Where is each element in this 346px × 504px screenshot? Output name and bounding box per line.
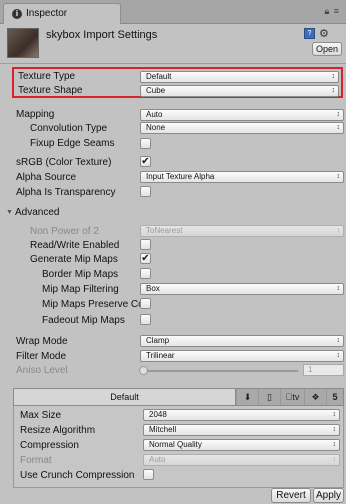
read-write-checkbox[interactable] [140, 239, 151, 250]
asset-title: skybox Import Settings [46, 29, 158, 41]
crunch-compression-label: Use Crunch Compression [20, 470, 135, 481]
android-icon[interactable]: ❖ [304, 389, 326, 405]
mip-maps-preserve-coverage-checkbox[interactable] [140, 298, 151, 309]
dropdown-arrow-icon: ↕ [336, 173, 341, 180]
srgb-checkbox[interactable]: ✔ [140, 156, 151, 167]
generate-mip-maps-checkbox[interactable]: ✔ [140, 253, 151, 264]
wrap-mode-label: Wrap Mode [16, 336, 68, 347]
convolution-type-label: Convolution Type [30, 123, 108, 134]
tab-inspector[interactable]: i Inspector [3, 3, 121, 24]
revert-button[interactable]: Revert [271, 488, 311, 503]
mip-map-filtering-dropdown[interactable]: Box ↕ [140, 283, 344, 295]
texture-shape-dropdown[interactable]: Cube ↕ [140, 85, 339, 97]
dropdown-arrow-icon: ↕ [336, 337, 341, 344]
dropdown-arrow-icon: ↕ [336, 285, 341, 292]
max-size-dropdown[interactable]: 2048 ↕ [143, 409, 340, 421]
non-power-of-2-value: ToNearest [146, 226, 183, 235]
alpha-source-value: Input Texture Alpha [146, 172, 215, 181]
dropdown-arrow-icon: ↕ [336, 124, 341, 131]
non-power-of-2-label: Non Power of 2 [30, 226, 99, 237]
mapping-dropdown[interactable]: Auto ↕ [140, 109, 344, 121]
open-button[interactable]: Open [312, 42, 342, 56]
dropdown-arrow-icon: ↕ [331, 73, 336, 80]
apply-button[interactable]: Apply [313, 488, 344, 503]
asset-thumbnail [7, 28, 39, 58]
convolution-type-value: None [146, 123, 166, 132]
wrap-mode-dropdown[interactable]: Clamp ↕ [140, 335, 344, 347]
texture-shape-label: Texture Shape [18, 85, 83, 96]
window-menu-icon[interactable]: 🔒︎ ≡ [324, 6, 340, 17]
aniso-slider-thumb[interactable] [139, 366, 148, 375]
border-mip-maps-label: Border Mip Maps [42, 269, 119, 280]
dropdown-arrow-icon: ↕ [336, 227, 341, 234]
texture-type-label: Texture Type [18, 71, 76, 82]
mip-map-filtering-label: Mip Map Filtering [42, 284, 119, 295]
dropdown-arrow-icon: ↕ [332, 441, 337, 448]
info-icon: i [12, 9, 22, 19]
resize-algorithm-value: Mitchell [149, 425, 177, 434]
max-size-value: 2048 [149, 410, 167, 419]
aniso-level-field[interactable]: 1 [303, 364, 344, 376]
fixup-edge-seams-label: Fixup Edge Seams [30, 138, 115, 149]
fadeout-mip-maps-label: Fadeout Mip Maps [42, 315, 125, 326]
mobile-icon[interactable]: ▯ [258, 389, 280, 405]
convolution-type-dropdown[interactable]: None ↕ [140, 122, 344, 134]
srgb-label: sRGB (Color Texture) [16, 157, 112, 168]
mip-map-filtering-value: Box [146, 284, 160, 293]
download-icon[interactable]: ⬇ [236, 389, 258, 405]
mapping-label: Mapping [16, 109, 55, 120]
alpha-is-transparency-checkbox[interactable] [140, 186, 151, 197]
fadeout-mip-maps-checkbox[interactable] [140, 314, 151, 325]
wrap-mode-value: Clamp [146, 336, 170, 345]
mip-maps-preserve-coverage-label: Mip Maps Preserve Co [42, 299, 140, 310]
tab-inspector-label: Inspector [26, 8, 68, 19]
generate-mip-maps-label: Generate Mip Maps [30, 254, 118, 265]
help-icon[interactable]: ? [304, 28, 315, 39]
html5-icon[interactable]: 5 [326, 389, 343, 405]
compression-label: Compression [20, 440, 79, 451]
platform-tab-default[interactable]: Default [14, 389, 236, 405]
max-size-label: Max Size [20, 410, 62, 421]
gear-icon[interactable]: ⚙ [319, 27, 329, 40]
header-divider [0, 63, 346, 64]
advanced-foldout-label[interactable]: Advanced [15, 207, 59, 218]
dropdown-arrow-icon: ↕ [331, 87, 336, 94]
texture-shape-value: Cube [146, 86, 166, 95]
dropdown-arrow-icon: ↕ [336, 111, 341, 118]
filter-mode-dropdown[interactable]: Trilinear ↕ [140, 350, 344, 362]
aniso-slider-track[interactable] [143, 370, 298, 372]
dropdown-arrow-icon: ↕ [332, 456, 337, 463]
compression-dropdown[interactable]: Normal Quality ↕ [143, 439, 340, 451]
border-mip-maps-checkbox[interactable] [140, 268, 151, 279]
apple-tv-icon[interactable]: tv [280, 389, 304, 405]
filter-mode-label: Filter Mode [16, 351, 67, 362]
alpha-is-transparency-label: Alpha Is Transparency [16, 187, 116, 198]
fixup-edge-seams-checkbox[interactable] [140, 138, 151, 149]
asset-header: skybox Import Settings ? ⚙ Open [0, 24, 346, 62]
filter-mode-value: Trilinear [146, 351, 175, 360]
dropdown-arrow-icon: ↕ [336, 352, 341, 359]
non-power-of-2-dropdown: ToNearest ↕ [140, 225, 344, 237]
alpha-source-dropdown[interactable]: Input Texture Alpha ↕ [140, 171, 344, 183]
alpha-source-label: Alpha Source [16, 172, 77, 183]
resize-algorithm-dropdown[interactable]: Mitchell ↕ [143, 424, 340, 436]
advanced-foldout-arrow-icon[interactable]: ▼ [6, 209, 13, 216]
format-dropdown: Auto ↕ [143, 454, 340, 466]
format-value: Auto [149, 455, 166, 464]
resize-algorithm-label: Resize Algorithm [20, 425, 96, 436]
dropdown-arrow-icon: ↕ [332, 411, 337, 418]
texture-type-dropdown[interactable]: Default ↕ [140, 71, 339, 83]
compression-value: Normal Quality [149, 440, 202, 449]
crunch-compression-checkbox[interactable] [143, 469, 154, 480]
aniso-level-label: Aniso Level [16, 365, 68, 376]
mapping-value: Auto [146, 110, 163, 119]
texture-type-value: Default [146, 72, 172, 81]
read-write-label: Read/Write Enabled [30, 240, 120, 251]
dropdown-arrow-icon: ↕ [332, 426, 337, 433]
format-label: Format [20, 455, 52, 466]
